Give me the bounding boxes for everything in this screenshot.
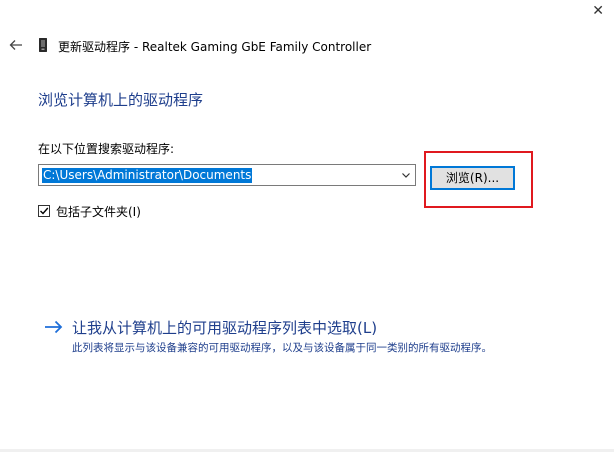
highlight-annotation-box bbox=[424, 151, 533, 208]
include-subfolders-label[interactable]: 包括子文件夹(I) bbox=[56, 203, 141, 220]
include-subfolders-checkbox[interactable] bbox=[38, 205, 50, 217]
close-icon[interactable]: ✕ bbox=[592, 4, 604, 18]
search-location-label: 在以下位置搜索驱动程序: bbox=[38, 142, 175, 156]
checkmark-icon bbox=[40, 207, 49, 215]
chevron-down-icon[interactable] bbox=[401, 170, 411, 180]
pick-from-list-description: 此列表将显示与该设备兼容的可用驱动程序，以及与该设备属于同一类别的所有驱动程序。 bbox=[72, 342, 492, 354]
window-title: 更新驱动程序 - Realtek Gaming GbE Family Contr… bbox=[58, 40, 372, 54]
pick-from-list-link[interactable]: 让我从计算机上的可用驱动程序列表中选取(L) bbox=[72, 317, 377, 338]
back-arrow-icon[interactable] bbox=[8, 37, 24, 53]
driver-path-combobox[interactable]: C:\Users\Administrator\Documents bbox=[38, 164, 416, 186]
right-arrow-icon[interactable] bbox=[44, 320, 64, 334]
page-heading: 浏览计算机上的驱动程序 bbox=[38, 91, 204, 109]
network-device-icon bbox=[39, 38, 47, 52]
driver-path-value[interactable]: C:\Users\Administrator\Documents bbox=[42, 168, 253, 183]
